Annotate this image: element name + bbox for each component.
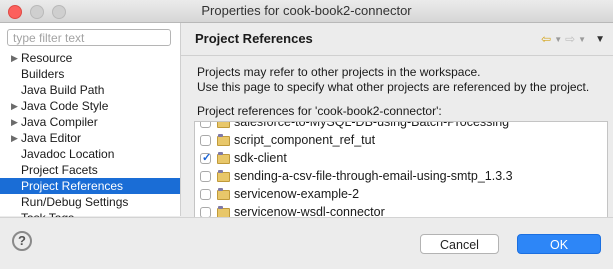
project-row[interactable]: servicenow-example-2 (195, 186, 607, 204)
project-checkbox[interactable] (200, 135, 211, 146)
project-row[interactable]: sdk-client (195, 150, 607, 168)
ok-button[interactable]: OK (517, 234, 601, 254)
page-title: Project References (195, 31, 313, 46)
java-project-folder-icon (217, 152, 230, 164)
project-checkbox[interactable] (200, 189, 211, 200)
title-bar: Properties for cook-book2-connector (0, 0, 613, 23)
sidebar-item[interactable]: Run/Debug Settings (0, 194, 180, 210)
project-name: sending-a-csv-file-through-email-using-s… (234, 169, 513, 183)
project-row[interactable]: servicenow-wsdl-connector (195, 204, 607, 217)
expand-arrow-icon[interactable]: ▶ (11, 130, 18, 146)
sidebar-item[interactable]: ▶ Java Editor (0, 130, 180, 146)
project-checkbox[interactable] (200, 122, 211, 128)
sidebar-item[interactable]: Java Build Path (0, 82, 180, 98)
sidebar-item-label: Java Editor (21, 131, 82, 145)
sidebar-item-label: Project Facets (21, 163, 98, 177)
project-checkbox[interactable] (200, 171, 211, 182)
sidebar: ▶ResourceBuildersJava Build Path▶Java Co… (0, 23, 181, 225)
java-project-folder-icon (217, 170, 230, 182)
project-list-content: salesforce-to-MySQL-DB-using-Batch-Proce… (195, 121, 607, 217)
project-name: salesforce-to-MySQL-DB-using-Batch-Proce… (234, 121, 510, 129)
sidebar-item[interactable]: ▶ Java Code Style (0, 98, 180, 114)
sidebar-item-label: Project References (21, 179, 124, 193)
java-project-folder-icon (217, 122, 230, 128)
sidebar-item-label: Java Compiler (21, 115, 98, 129)
view-menu-icon[interactable]: ▼ (595, 34, 605, 45)
project-name: sdk-client (234, 151, 287, 165)
preference-tree: ▶ Resource Builders Java Build Path ▶ Java Co… (0, 50, 180, 226)
history-navigation: ⇦ ▼ ⇨ ▼ ▼ (541, 32, 605, 46)
expand-arrow-icon[interactable]: ▶ (11, 98, 18, 114)
java-project-folder-icon (217, 134, 230, 146)
sidebar-item-label: Java Build Path (21, 83, 105, 97)
sidebar-item[interactable]: Builders (0, 66, 180, 82)
properties-page: Project References ⇦ ▼ ⇨ ▼ ▼ Projects ma… (181, 23, 613, 218)
references-label: Project references for 'cook-book2-conne… (197, 104, 442, 118)
description-line: Use this page to specify what other proj… (197, 80, 590, 94)
page-header: Project References ⇦ ▼ ⇨ ▼ ▼ (181, 23, 613, 56)
java-project-folder-icon (217, 188, 230, 200)
sidebar-item[interactable]: Project Facets (0, 162, 180, 178)
project-row[interactable]: salesforce-to-MySQL-DB-using-Batch-Proce… (195, 121, 607, 132)
help-icon[interactable]: ? (12, 231, 32, 251)
project-row[interactable]: script_component_ref_tut (195, 132, 607, 150)
back-arrow-icon[interactable]: ⇦ (541, 32, 551, 46)
sidebar-item[interactable]: Project References (0, 178, 180, 194)
project-checkbox[interactable] (200, 151, 211, 164)
dialog-footer: ? Cancel OK (0, 217, 613, 269)
sidebar-item[interactable]: Javadoc Location (0, 146, 180, 162)
sidebar-item[interactable]: ▶ Resource (0, 50, 180, 66)
project-row[interactable]: sending-a-csv-file-through-email-using-s… (195, 168, 607, 186)
forward-arrow-icon[interactable]: ⇨ (565, 32, 575, 46)
sidebar-item-label: Resource (21, 51, 73, 65)
sidebar-item[interactable]: ▶ Java Compiler (0, 114, 180, 130)
cancel-button[interactable]: Cancel (420, 234, 499, 254)
expand-arrow-icon[interactable]: ▶ (11, 50, 18, 66)
project-name: servicenow-example-2 (234, 187, 360, 201)
sidebar-item-label: Java Code Style (21, 99, 109, 113)
filter-input[interactable] (7, 29, 171, 46)
sidebar-item-label: Run/Debug Settings (21, 195, 129, 209)
back-dropdown-icon[interactable]: ▼ (554, 35, 562, 44)
description-line: Projects may refer to other projects in … (197, 65, 481, 79)
project-name: script_component_ref_tut (234, 133, 376, 147)
page-description: Projects may refer to other projects in … (197, 65, 589, 95)
window-title: Properties for cook-book2-connector (201, 3, 412, 18)
sidebar-item-label: Javadoc Location (21, 147, 115, 161)
project-references-list[interactable]: salesforce-to-MySQL-DB-using-Batch-Proce… (194, 121, 608, 218)
forward-dropdown-icon[interactable]: ▼ (578, 35, 586, 44)
sidebar-item-label: Builders (21, 67, 65, 81)
expand-arrow-icon[interactable]: ▶ (11, 114, 18, 130)
